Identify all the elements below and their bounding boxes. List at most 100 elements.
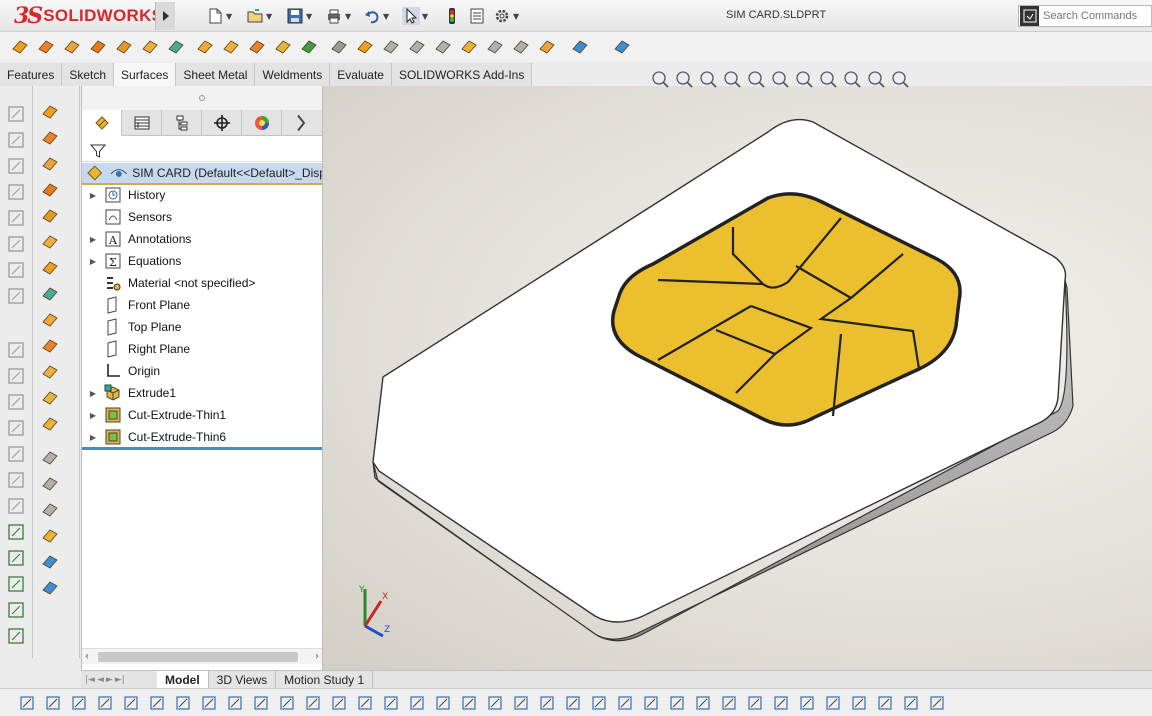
extend-entities-icon[interactable]: [6, 470, 26, 490]
tab-surfaces[interactable]: Surfaces: [114, 63, 177, 86]
rotate-icon[interactable]: [642, 694, 660, 712]
revolved-surface-icon[interactable]: [36, 37, 56, 57]
snap-icon[interactable]: [824, 694, 842, 712]
open-document-button[interactable]: ▼: [246, 6, 272, 26]
apply-scene-icon[interactable]: [866, 69, 886, 89]
thicken-icon[interactable]: [485, 37, 505, 57]
surface-finish-icon[interactable]: [6, 234, 26, 254]
thickened-cut-icon[interactable]: [511, 37, 531, 57]
instant-2d-icon[interactable]: [6, 626, 26, 646]
balloon-icon[interactable]: [6, 208, 26, 228]
curves-icon[interactable]: [612, 37, 632, 57]
tree-item-history[interactable]: ▶ History: [82, 184, 322, 206]
stretch-icon[interactable]: [694, 694, 712, 712]
ruled-surface-icon[interactable]: [40, 336, 60, 356]
spline-icon[interactable]: [304, 694, 322, 712]
boundary-surface-icon[interactable]: [40, 206, 60, 226]
blank-icon[interactable]: [6, 340, 26, 360]
quick-snaps-icon[interactable]: [850, 694, 868, 712]
tab-property-manager[interactable]: [122, 110, 162, 136]
untrim-surface-icon[interactable]: [381, 37, 401, 57]
extruded-surface-icon[interactable]: [10, 37, 30, 57]
weld-symbol-icon[interactable]: [6, 260, 26, 280]
planar-surface-icon[interactable]: [40, 284, 60, 304]
revolved-surface-icon[interactable]: [40, 128, 60, 148]
mirror-icon[interactable]: [538, 694, 556, 712]
swept-surface-icon[interactable]: [40, 154, 60, 174]
tab-scroll-right[interactable]: [282, 110, 320, 136]
horizontal-scrollbar[interactable]: ‹ ›: [82, 648, 322, 664]
save-button[interactable]: ▼: [286, 6, 312, 26]
expand-arrow-icon[interactable]: ▶: [82, 235, 104, 244]
display-delete-relations-icon[interactable]: [6, 522, 26, 542]
dimension-icon[interactable]: [746, 694, 764, 712]
delete-face-icon[interactable]: [299, 37, 319, 57]
scroll-left-icon[interactable]: ‹: [85, 651, 89, 662]
rapid-sketch-icon[interactable]: [6, 600, 26, 620]
tree-item-cut-extrude-thin1[interactable]: ▶ Cut-Extrude-Thin1: [82, 404, 322, 426]
previous-view-icon[interactable]: [698, 69, 718, 89]
box-select-icon[interactable]: [122, 694, 140, 712]
tab-evaluate[interactable]: Evaluate: [330, 63, 392, 86]
expand-arrow-icon[interactable]: ▶: [82, 433, 104, 442]
tab-display-manager[interactable]: [242, 110, 282, 136]
text-box-icon[interactable]: [6, 156, 26, 176]
rollback-bar[interactable]: [82, 447, 322, 450]
fillet-icon[interactable]: [356, 694, 374, 712]
expand-arrow-icon[interactable]: ▶: [82, 389, 104, 398]
tree-filter-bar[interactable]: [82, 138, 322, 162]
tree-item-annotations[interactable]: ▶ A Annotations: [82, 228, 322, 250]
delete-hole-icon[interactable]: [355, 37, 375, 57]
linear-pattern-icon[interactable]: [564, 694, 582, 712]
new-document-button[interactable]: ▼: [206, 6, 232, 26]
select-button[interactable]: ▼: [402, 6, 428, 26]
view-orientation-icon[interactable]: [770, 69, 790, 89]
tab-sheet-metal[interactable]: Sheet Metal: [176, 63, 256, 86]
graphics-area[interactable]: Y X Z: [323, 86, 1152, 670]
hide-show-items-icon[interactable]: [818, 69, 838, 89]
freeform-icon[interactable]: [40, 258, 60, 278]
filled-surface-icon[interactable]: [40, 232, 60, 252]
tree-item-top-plane[interactable]: Top Plane: [82, 316, 322, 338]
grid-icon[interactable]: [798, 694, 816, 712]
prev-tab-icon[interactable]: ◄: [97, 675, 104, 685]
hole-callout-icon[interactable]: [6, 286, 26, 306]
copy-icon[interactable]: [616, 694, 634, 712]
repair-sketch-icon[interactable]: [6, 574, 26, 594]
tree-item-front-plane[interactable]: Front Plane: [82, 294, 322, 316]
mirror-entities-icon[interactable]: [6, 366, 26, 386]
tab-weldments[interactable]: Weldments: [255, 63, 331, 86]
next-tab-icon[interactable]: ►: [106, 675, 113, 685]
reference-geometry-icon[interactable]: [570, 37, 590, 57]
select-icon[interactable]: [96, 694, 114, 712]
ruled-surface-icon[interactable]: [247, 37, 267, 57]
freeform-icon[interactable]: [166, 37, 186, 57]
tree-item-equations[interactable]: ▶ Σ Equations: [82, 250, 322, 272]
trim-surface-icon[interactable]: [40, 526, 60, 546]
tree-item-extrude1[interactable]: ▶ Extrude1: [82, 382, 322, 404]
close-icon[interactable]: [928, 694, 946, 712]
text-icon[interactable]: [434, 694, 452, 712]
repair-icon[interactable]: [902, 694, 920, 712]
untrim-surface-icon[interactable]: [40, 474, 60, 494]
lofted-surface-icon[interactable]: [40, 180, 60, 200]
edit-appearance-icon[interactable]: [842, 69, 862, 89]
sketch-picture-icon[interactable]: [460, 694, 478, 712]
replace-face-icon[interactable]: [40, 414, 60, 434]
menu-flyout-button[interactable]: [155, 2, 175, 30]
zoom-to-fit-icon[interactable]: [650, 69, 670, 89]
line-icon[interactable]: [174, 694, 192, 712]
circle-icon[interactable]: [226, 694, 244, 712]
thicken-icon[interactable]: [40, 578, 60, 598]
sketch-check-icon[interactable]: [876, 694, 894, 712]
first-tab-icon[interactable]: |◄: [85, 675, 95, 685]
arc-icon[interactable]: [252, 694, 270, 712]
offset-surface-icon[interactable]: [40, 310, 60, 330]
offset-icon[interactable]: [512, 694, 530, 712]
add-relation-icon[interactable]: [6, 548, 26, 568]
trim-entities-icon[interactable]: [6, 444, 26, 464]
delete-face-icon[interactable]: [40, 388, 60, 408]
tab-3d-views[interactable]: 3D Views: [209, 670, 277, 689]
relation-icon[interactable]: [720, 694, 738, 712]
swept-surface-icon[interactable]: [62, 37, 82, 57]
